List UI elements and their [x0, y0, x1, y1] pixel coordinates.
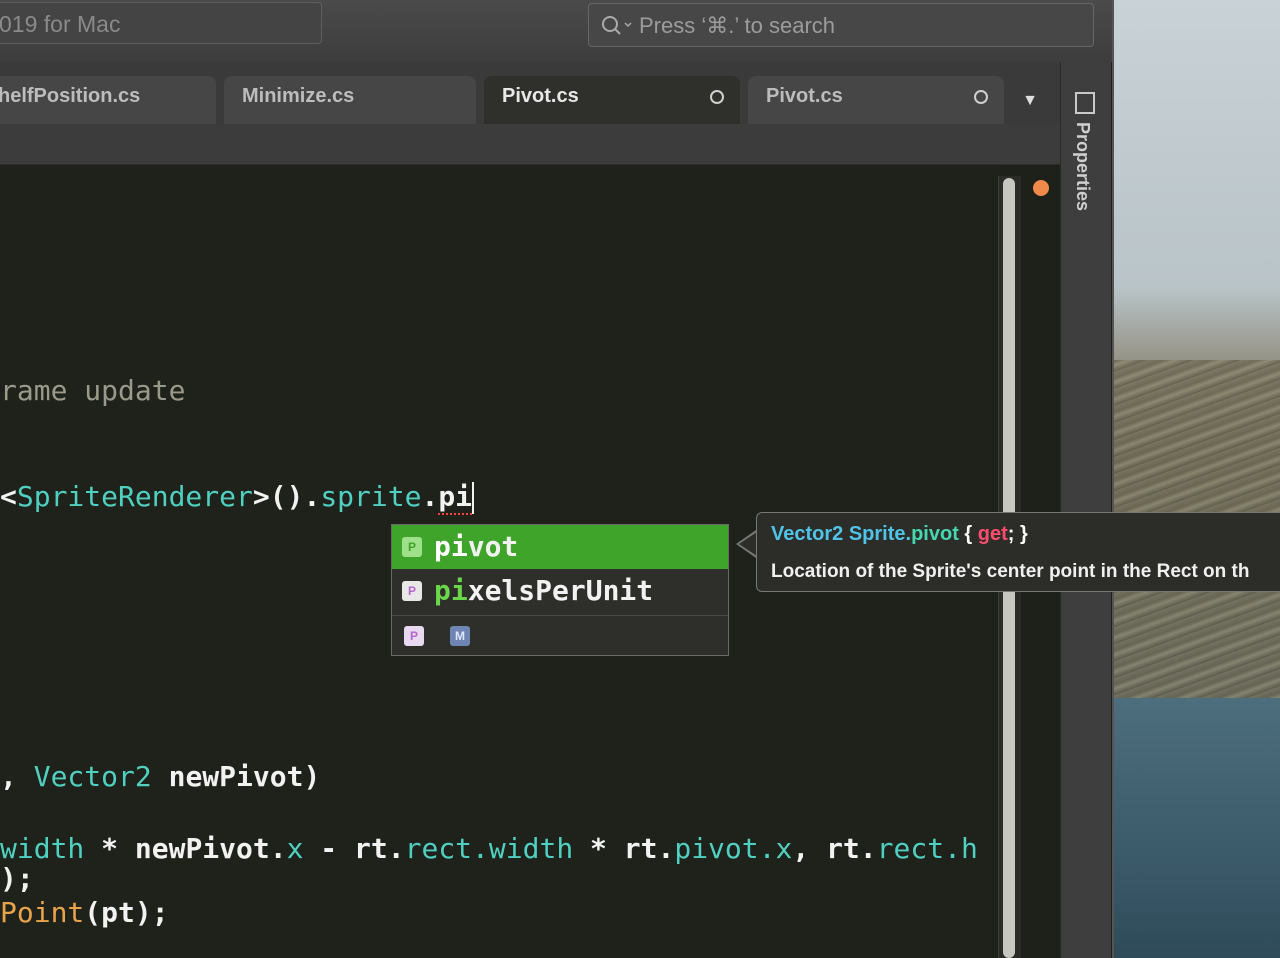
properties-icon [1075, 92, 1095, 114]
tooltip-description: Location of the Sprite's center point in… [771, 561, 1250, 582]
code-token: . [421, 480, 439, 513]
tab-minimize[interactable]: Minimize.cs [224, 76, 476, 124]
properties-label: Properties [1073, 122, 1093, 212]
ide-window: 019 for Mac Press ‘⌘.’ to search helfPos… [0, 0, 1114, 958]
sig-open: { [958, 523, 978, 545]
search-placeholder: Press ‘⌘.’ to search [639, 13, 836, 38]
code-token: width [0, 832, 85, 865]
completion-label: pixelsPerUnit [434, 573, 653, 609]
property-icon: P [402, 581, 422, 601]
comment-text: rame update [0, 374, 186, 407]
code-token: , rt. [792, 832, 877, 865]
code-token: - rt. [303, 832, 405, 865]
filter-methods-icon[interactable]: M [450, 626, 470, 646]
code-line-close: ); [0, 862, 34, 895]
typed-text: pi [438, 480, 473, 515]
tab-label: Pivot.cs [766, 85, 843, 107]
code-token: rect.h [876, 832, 978, 865]
code-token: Point [0, 896, 85, 929]
properties-pad[interactable]: Properties [1060, 62, 1111, 958]
tooltip-signature: Vector2 Sprite.pivot { get; } [771, 523, 1028, 546]
unsaved-dot-icon[interactable] [710, 90, 724, 104]
desktop-wallpaper [1100, 0, 1280, 958]
code-token: < [0, 480, 17, 513]
sig-close: ; } [1007, 523, 1028, 545]
code-token: >(). [252, 480, 321, 513]
completion-item[interactable]: P pixelsPerUnit [392, 569, 728, 613]
filter-properties-icon[interactable]: P [404, 626, 424, 646]
tab-bar: helfPosition.cs Minimize.cs Pivot.cs Piv… [0, 62, 1060, 124]
title-bar: 019 for Mac Press ‘⌘.’ to search [0, 0, 1112, 63]
sig-keyword: get [977, 523, 1008, 545]
code-line-expression: width * newPivot.x - rt.rect.width * rt.… [0, 832, 978, 865]
code-token: * newPivot. [84, 832, 287, 865]
tab-shelfposition[interactable]: helfPosition.cs [0, 76, 216, 124]
completion-match: pi [434, 574, 468, 607]
code-token: * rt. [573, 832, 675, 865]
breadcrumb [0, 124, 1060, 165]
unsaved-dot-icon[interactable] [974, 90, 988, 104]
documentation-tooltip: Vector2 Sprite.pivot { get; } Location o… [756, 512, 1280, 592]
sig-owner: Sprite [848, 523, 906, 545]
wallpaper-sea [1100, 698, 1280, 958]
search-icon [602, 16, 632, 35]
code-line-signature: , Vector2 newPivot) [0, 760, 320, 793]
code-token: rect.width [404, 832, 574, 865]
sig-type: Vector2 [771, 523, 844, 545]
code-token: sprite [320, 480, 422, 513]
code-line-call: <SpriteRenderer>().sprite.pi [0, 480, 475, 515]
property-icon: P [402, 537, 422, 557]
completion-rest: vot [467, 530, 519, 563]
code-line-comment: rame update [0, 374, 185, 407]
completion-filter-bar: P M [392, 615, 728, 655]
tab-label: helfPosition.cs [0, 85, 141, 107]
tab-pivot[interactable]: Pivot.cs [748, 76, 1004, 124]
tooltip-arrow-fill [739, 532, 757, 556]
tab-pivot-active[interactable]: Pivot.cs [484, 76, 740, 124]
completion-match: pi [434, 530, 468, 563]
tab-label: Pivot.cs [502, 85, 579, 107]
completion-item[interactable]: P pivot [392, 525, 728, 569]
completion-label: pivot [434, 529, 518, 565]
code-token: , [0, 760, 34, 793]
completion-rest: xelsPerUnit [467, 574, 654, 607]
search-input[interactable]: Press ‘⌘.’ to search [588, 3, 1094, 47]
warning-marker-icon[interactable] [1033, 180, 1049, 196]
tab-label: Minimize.cs [242, 85, 355, 107]
tab-dropdown-icon[interactable]: ▼ [1018, 92, 1042, 116]
code-token: pivot.x [674, 832, 793, 865]
completion-list[interactable]: P pivot P pixelsPerUnit P M [391, 524, 729, 656]
code-token: Vector2 [33, 760, 152, 793]
code-line-method: Point(pt); [0, 896, 169, 929]
code-token: x [286, 832, 304, 865]
text-caret [472, 482, 475, 514]
code-token: ); [0, 862, 34, 895]
window-title: 019 for Mac [0, 2, 322, 44]
sig-member: pivot [911, 523, 959, 545]
code-token: newPivot) [151, 760, 321, 793]
code-token: (pt); [84, 896, 169, 929]
code-token: SpriteRenderer [16, 480, 253, 513]
